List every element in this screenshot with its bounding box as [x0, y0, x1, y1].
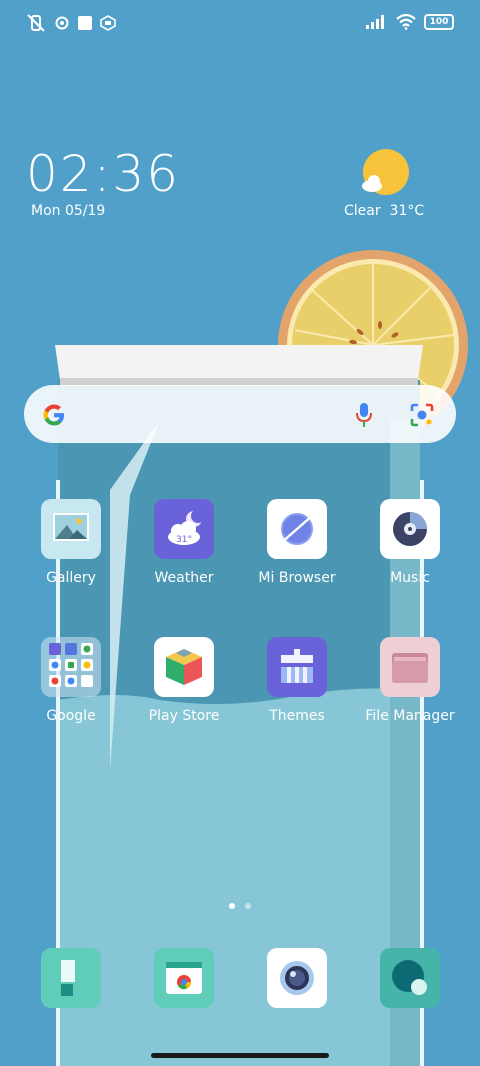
dock-camera[interactable]	[267, 948, 327, 1008]
app-music[interactable]: Music	[355, 499, 465, 586]
app-label: Weather	[154, 570, 214, 586]
weather-icon: 31°	[154, 499, 214, 559]
app-file-manager[interactable]: File Manager	[355, 637, 465, 724]
app-label: Play Store	[148, 708, 220, 724]
google-folder-icon	[41, 637, 101, 697]
battery-icon: 100	[424, 14, 454, 30]
signal-icon	[366, 15, 384, 29]
page-indicator	[229, 903, 251, 909]
notes-icon	[41, 948, 101, 1008]
camera-icon	[267, 948, 327, 1008]
gallery-icon	[41, 499, 101, 559]
sun-cloud-icon[interactable]	[360, 148, 412, 196]
music-icon	[380, 499, 440, 559]
clock-date[interactable]: Mon 05/19	[31, 203, 105, 219]
app-label: Gallery	[46, 570, 96, 586]
page-dot	[245, 903, 251, 909]
weather-condition: Clear	[344, 203, 381, 219]
app-notification-icon	[100, 15, 116, 31]
messages-icon	[380, 948, 440, 1008]
page-dot-active	[229, 903, 235, 909]
app-mi-browser[interactable]: Mi Browser	[242, 499, 352, 586]
app-google-folder[interactable]: Google	[16, 637, 126, 724]
square-icon	[78, 16, 92, 30]
status-bar-right: 100	[366, 14, 454, 30]
browser-icon	[267, 499, 327, 559]
chrome-icon	[154, 948, 214, 1008]
dock-messages[interactable]	[380, 948, 440, 1008]
weather-temperature: 31°C	[389, 203, 425, 219]
app-label: Themes	[269, 708, 325, 724]
google-search-bar[interactable]	[24, 385, 456, 443]
app-themes[interactable]: Themes	[242, 637, 352, 724]
lens-icon[interactable]	[408, 401, 436, 429]
app-label: Mi Browser	[258, 570, 336, 586]
weather-icon-badge: 31°	[176, 535, 192, 545]
dock-notes[interactable]	[41, 948, 101, 1008]
file-manager-icon	[380, 637, 440, 697]
wifi-icon	[396, 14, 416, 30]
status-bar-left	[26, 14, 116, 32]
dock-chrome[interactable]	[154, 948, 214, 1008]
mic-icon[interactable]	[354, 401, 374, 429]
settings-icon	[55, 16, 69, 30]
google-logo	[43, 404, 64, 426]
app-play-store[interactable]: Play Store	[129, 637, 239, 724]
app-weather[interactable]: 31° Weather	[129, 499, 239, 586]
vibrate-off-icon	[27, 14, 45, 32]
app-gallery[interactable]: Gallery	[16, 499, 126, 586]
clock-time[interactable]: 02:36	[26, 142, 180, 206]
weather-widget-text[interactable]: Clear 31°C	[344, 203, 424, 219]
app-label: Google	[46, 708, 96, 724]
app-label: Music	[390, 570, 430, 586]
themes-icon	[267, 637, 327, 697]
play-store-icon	[154, 637, 214, 697]
home-gesture-bar[interactable]	[151, 1053, 329, 1058]
app-label: File Manager	[365, 708, 455, 724]
